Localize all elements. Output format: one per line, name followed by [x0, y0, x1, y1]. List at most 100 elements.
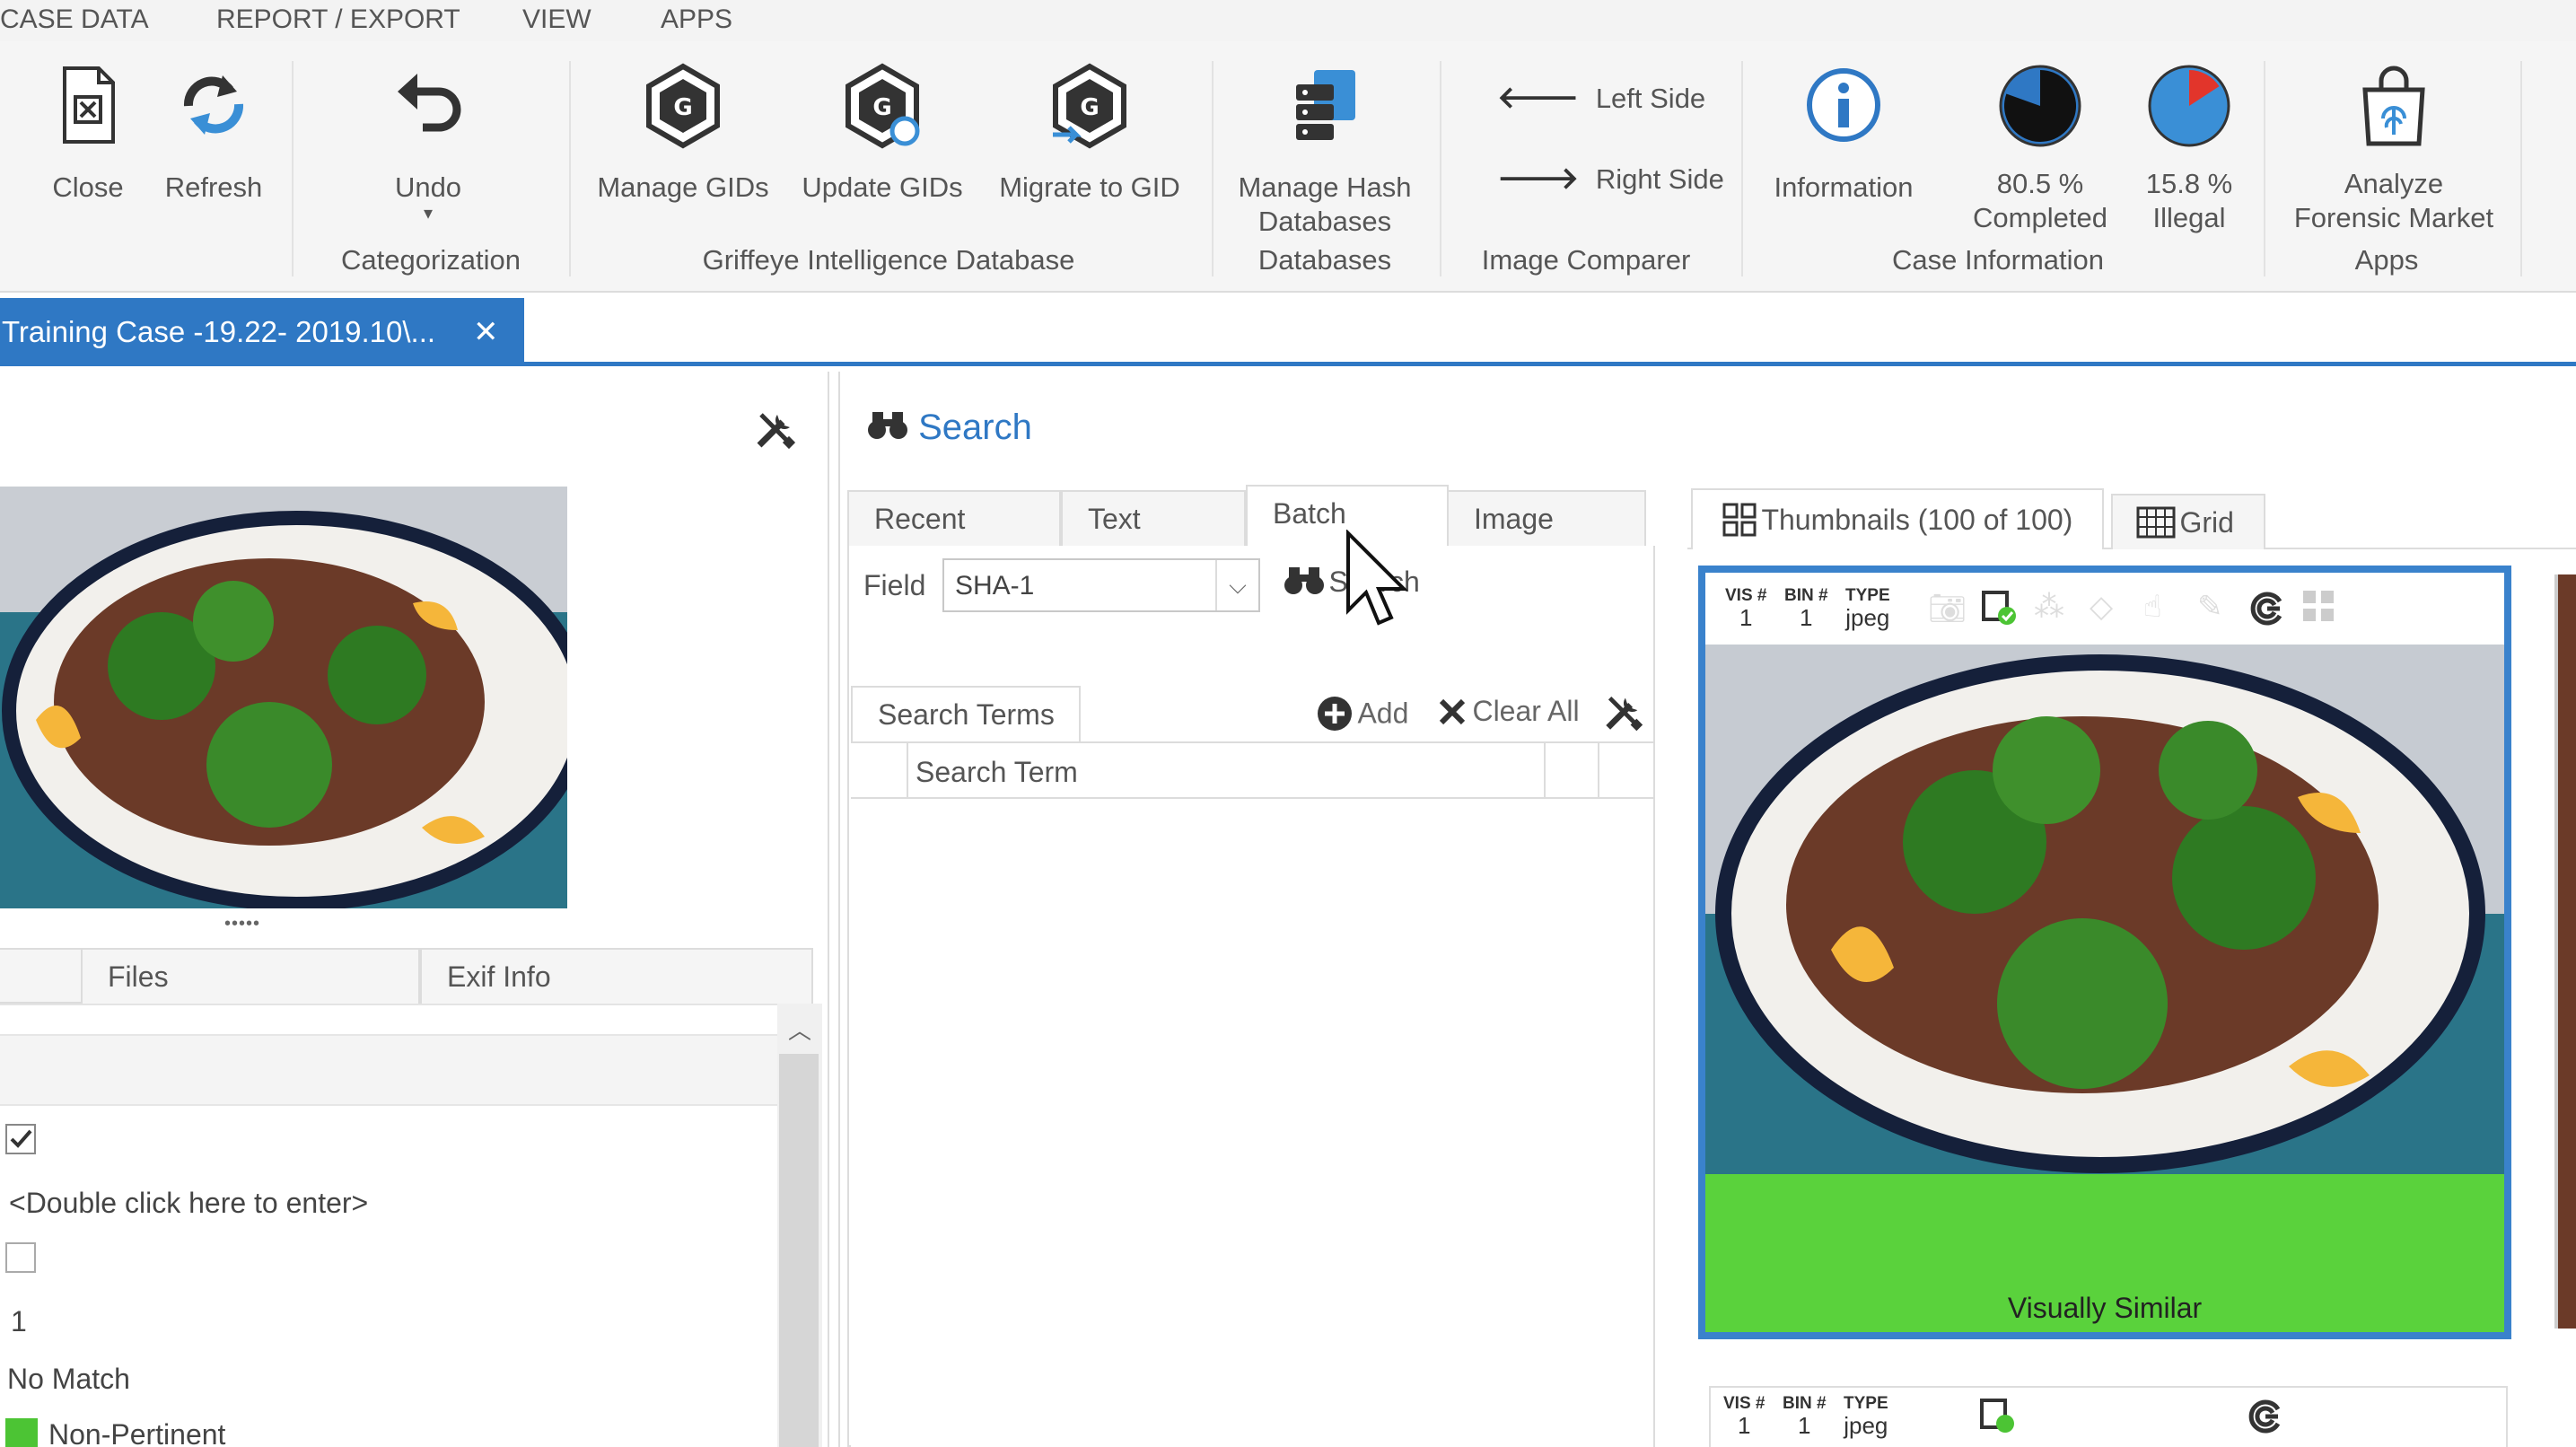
fingerprint-icon[interactable]: [2246, 1397, 2285, 1441]
preview-image[interactable]: [0, 487, 567, 908]
gid-hexagon-icon: G: [646, 63, 720, 149]
tab-recent[interactable]: Recent: [847, 490, 1061, 546]
tag-icon[interactable]: ◇: [2090, 589, 2113, 625]
svg-text:G: G: [1080, 94, 1099, 121]
group-griffeye-intelligence-database: Griffeye Intelligence Database: [702, 244, 1075, 276]
left-side-label: Left Side: [1595, 83, 1706, 114]
close-button[interactable]: Close: [39, 65, 136, 205]
menu-case-data[interactable]: CASE DATA: [0, 0, 149, 41]
field-select[interactable]: SHA-1 ⌵: [942, 558, 1260, 612]
ribbon-separator: [2520, 61, 2522, 276]
tab-exif-info[interactable]: Exif Info: [420, 948, 813, 1004]
thumbnail-caption-bar: Visually Similar: [1705, 1174, 2504, 1332]
category-check-icon[interactable]: [1980, 589, 2018, 631]
right-side-button[interactable]: 🡒 Right Side: [1497, 162, 1724, 206]
bin-number: BIN #1: [1784, 586, 1828, 631]
tab-hidden[interactable]: [0, 948, 83, 1004]
completed-percent: 80.5 %: [1996, 168, 2084, 199]
tab-image[interactable]: Image: [1447, 490, 1646, 546]
scrollbar-thumb[interactable]: [779, 1054, 819, 1447]
clear-all-label: Clear All: [1472, 695, 1580, 727]
thumbnail-image[interactable]: [1705, 645, 2504, 1174]
pin-icon[interactable]: ✎: [2197, 589, 2223, 625]
tab-thumbnails[interactable]: Thumbnails (100 of 100): [1691, 488, 2104, 549]
clear-all-button[interactable]: Clear All: [1436, 695, 1580, 728]
wrench-screwdriver-icon: [757, 413, 796, 450]
undo-icon: [398, 74, 461, 132]
food-plate-image: [1705, 645, 2504, 1174]
close-tab-icon[interactable]: ✕: [473, 298, 499, 366]
tab-search-terms[interactable]: Search Terms: [851, 686, 1081, 741]
checkbox-checked[interactable]: [5, 1124, 36, 1154]
food-plate-image: [0, 487, 567, 908]
add-button[interactable]: Add: [1316, 695, 1408, 732]
terms-tools-icon[interactable]: [1601, 691, 1644, 739]
search-term-grid: [851, 741, 1653, 1447]
ribbon-separator: [2264, 61, 2265, 276]
refresh-button[interactable]: Refresh: [157, 65, 270, 205]
ribbon-separator: [1440, 61, 1441, 276]
next-thumbnail-partial[interactable]: [2554, 574, 2576, 1329]
field-select-value: SHA-1: [955, 571, 1035, 601]
category-check-icon[interactable]: [1978, 1397, 2016, 1439]
double-click-entry[interactable]: <Double click here to enter>: [9, 1187, 368, 1220]
svg-text:G: G: [872, 94, 891, 121]
camera-icon[interactable]: 📷︎: [1928, 591, 1967, 627]
checkbox-unchecked[interactable]: [5, 1242, 36, 1273]
update-gids-button[interactable]: G Update GIDs: [790, 63, 975, 205]
refresh-icon: [183, 75, 244, 135]
illegal-progress[interactable]: 15.8 % Illegal: [2140, 63, 2239, 235]
panel-tools-icon[interactable]: [752, 408, 797, 457]
analyze-forensic-market-button[interactable]: Analyze Forensic Market: [2280, 65, 2508, 235]
chevron-down-icon[interactable]: ⌵: [1215, 560, 1258, 610]
search-title: Search: [918, 408, 1032, 447]
document-tab-training-case[interactable]: Training Case -19.22- 2019.10\... ✕: [0, 298, 524, 366]
manage-hash-databases-button[interactable]: Manage Hash Databases: [1221, 65, 1429, 239]
tab-text[interactable]: Text: [1061, 490, 1246, 546]
illegal-pie-icon: [2148, 65, 2230, 147]
x-icon: [1439, 698, 1466, 724]
tab-files[interactable]: Files: [81, 948, 420, 1004]
undo-label: Undo: [394, 171, 462, 203]
bin-number: BIN #1: [1783, 1394, 1827, 1439]
thumbnail-card[interactable]: VIS #1 BIN #1 TYPE jpeg: [1709, 1386, 2508, 1447]
thumbnail-grid-icon[interactable]: [2301, 589, 2337, 629]
scroll-up-icon[interactable]: ︿: [788, 1013, 811, 1046]
splitter-grip[interactable]: •••••: [224, 914, 260, 934]
hand-icon[interactable]: ☝︎: [2143, 589, 2162, 625]
undo-button[interactable]: Undo ▾: [375, 65, 481, 223]
thumbnail-info-bar: VIS #1 BIN #1 TYPE jpeg 📷︎ ⁂ ◇ ☝︎ ✎: [1705, 573, 2504, 645]
hierarchy-icon[interactable]: ⁂: [2034, 589, 2064, 625]
arrow-right-icon: 🡒: [1497, 162, 1580, 196]
thumbnail-card[interactable]: VIS #1 BIN #1 TYPE jpeg 📷︎ ⁂ ◇ ☝︎ ✎ Visua…: [1698, 566, 2511, 1339]
refresh-label: Refresh: [164, 171, 263, 203]
properties-header-row: [0, 1034, 777, 1106]
information-button[interactable]: Information: [1761, 65, 1926, 205]
menu-apps[interactable]: APPS: [661, 0, 732, 41]
search-header: Search: [867, 408, 1032, 450]
tab-grid[interactable]: Grid: [2111, 494, 2265, 549]
migrate-to-gid-button[interactable]: G Migrate to GID: [991, 63, 1188, 205]
menu-report-export[interactable]: REPORT / EXPORT: [216, 0, 460, 41]
left-side-button[interactable]: 🡐 Left Side: [1497, 81, 1705, 126]
migrate-gid-icon: G: [1053, 63, 1126, 149]
menu-view[interactable]: VIEW: [522, 0, 591, 41]
scrollbar[interactable]: ︿: [777, 1004, 822, 1447]
column-search-term[interactable]: Search Term: [916, 756, 1078, 789]
menu-bar: CASE DATA REPORT / EXPORT VIEW APPS: [0, 0, 2576, 41]
info-icon: [1807, 68, 1880, 142]
category-color-swatch: [5, 1418, 38, 1447]
value-category: Non-Pertinent: [48, 1418, 226, 1447]
undo-dropdown-icon[interactable]: ▾: [375, 205, 481, 223]
fingerprint-icon[interactable]: [2247, 589, 2287, 633]
information-label: Information: [1774, 171, 1914, 203]
ribbon-separator: [292, 61, 294, 276]
manage-gids-button[interactable]: G Manage GIDs: [589, 63, 777, 205]
ribbon-separator: [569, 61, 571, 276]
completed-progress[interactable]: 80.5 % Completed: [1955, 63, 2125, 235]
close-document-icon: [63, 66, 115, 144]
binoculars-icon: [1284, 564, 1325, 601]
shopping-bag-fingerprint-icon: [2362, 66, 2425, 146]
binoculars-icon: [867, 408, 908, 450]
document-tab-title: Training Case -19.22- 2019.10\...: [2, 315, 436, 348]
